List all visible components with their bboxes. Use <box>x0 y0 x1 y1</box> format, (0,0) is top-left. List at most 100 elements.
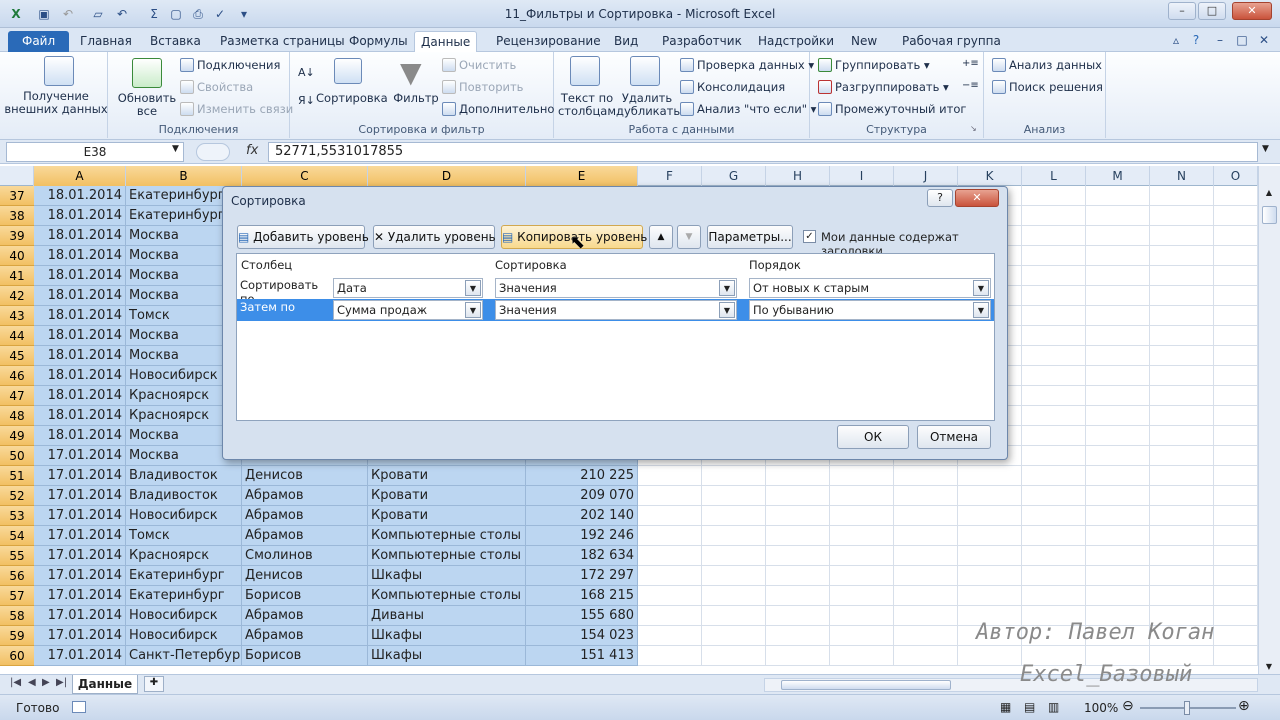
cell-empty[interactable] <box>638 566 702 586</box>
data-analysis-button[interactable]: Анализ данных <box>992 58 1102 72</box>
cell-empty[interactable] <box>702 546 766 566</box>
cell-b56[interactable]: Екатеринбург <box>126 566 242 586</box>
name-box[interactable]: E38 <box>6 142 184 162</box>
cell-empty[interactable] <box>894 486 958 506</box>
row-header-41[interactable]: 41 <box>0 266 34 286</box>
sheet-nav-first-icon[interactable]: |◀ <box>10 677 21 688</box>
cell-a53[interactable]: 17.01.2014 <box>34 506 126 526</box>
zoom-out-icon[interactable]: ⊖ <box>1122 698 1134 714</box>
zoom-in-icon[interactable]: ⊕ <box>1238 698 1250 714</box>
cell-empty[interactable] <box>1150 446 1214 466</box>
zoom-level[interactable]: 100% <box>1084 701 1118 715</box>
cell-empty[interactable] <box>830 626 894 646</box>
cell-empty[interactable] <box>1214 226 1258 246</box>
cell-empty[interactable] <box>1086 206 1150 226</box>
cell-a54[interactable]: 17.01.2014 <box>34 526 126 546</box>
cell-empty[interactable] <box>1022 546 1086 566</box>
column-header-m[interactable]: M <box>1086 166 1150 186</box>
column-header-b[interactable]: B <box>126 166 242 186</box>
column-header-l[interactable]: L <box>1022 166 1086 186</box>
column-header-h[interactable]: H <box>766 166 830 186</box>
cell-empty[interactable] <box>766 606 830 626</box>
cell-empty[interactable] <box>1086 566 1150 586</box>
cell-e59[interactable]: 154 023 <box>526 626 638 646</box>
cell-c52[interactable]: Абрамов <box>242 486 368 506</box>
cell-empty[interactable] <box>1086 446 1150 466</box>
tab-developer[interactable]: Разработчик <box>656 31 748 52</box>
sheet-nav-next-icon[interactable]: ▶ <box>42 677 50 688</box>
row-header-47[interactable]: 47 <box>0 386 34 406</box>
cell-empty[interactable] <box>638 486 702 506</box>
cell-empty[interactable] <box>1214 586 1258 606</box>
level-1-sorton-select[interactable]: Значения ▼ <box>495 278 737 298</box>
cell-empty[interactable] <box>1150 546 1214 566</box>
sheet-tab-data[interactable]: Данные <box>72 675 138 694</box>
text-to-columns-button[interactable]: Текст по столбцам <box>556 92 618 118</box>
cell-b55[interactable]: Красноярск <box>126 546 242 566</box>
cell-empty[interactable] <box>1022 406 1086 426</box>
cell-empty[interactable] <box>1086 346 1150 366</box>
cell-empty[interactable] <box>1086 266 1150 286</box>
cell-d51[interactable]: Кровати <box>368 466 526 486</box>
cell-empty[interactable] <box>1214 406 1258 426</box>
column-header-j[interactable]: J <box>894 166 958 186</box>
cell-b58[interactable]: Новосибирск <box>126 606 242 626</box>
cell-a37[interactable]: 18.01.2014 <box>34 186 126 206</box>
cell-empty[interactable] <box>1150 406 1214 426</box>
cell-e53[interactable]: 202 140 <box>526 506 638 526</box>
cell-d55[interactable]: Компьютерные столы <box>368 546 526 566</box>
row-header-56[interactable]: 56 <box>0 566 34 586</box>
level-2-column-select[interactable]: Сумма продаж ▼ <box>333 300 483 320</box>
cell-a52[interactable]: 17.01.2014 <box>34 486 126 506</box>
cell-empty[interactable] <box>638 606 702 626</box>
cell-empty[interactable] <box>702 506 766 526</box>
column-header-o[interactable]: O <box>1214 166 1258 186</box>
cell-empty[interactable] <box>1214 386 1258 406</box>
level-2-order-select[interactable]: По убыванию ▼ <box>749 300 991 320</box>
cell-empty[interactable] <box>1086 426 1150 446</box>
tab-addins[interactable]: Надстройки <box>752 31 840 52</box>
cell-empty[interactable] <box>830 586 894 606</box>
cell-empty[interactable] <box>766 566 830 586</box>
cell-b53[interactable]: Новосибирск <box>126 506 242 526</box>
cell-empty[interactable] <box>1150 386 1214 406</box>
doc-restore-icon[interactable]: □ <box>1234 32 1250 48</box>
row-header-59[interactable]: 59 <box>0 626 34 646</box>
cell-empty[interactable] <box>894 546 958 566</box>
level-1-column-dropdown-icon[interactable]: ▼ <box>465 280 481 296</box>
row-header-39[interactable]: 39 <box>0 226 34 246</box>
cell-empty[interactable] <box>766 586 830 606</box>
cell-c54[interactable]: Абрамов <box>242 526 368 546</box>
cell-empty[interactable] <box>1150 426 1214 446</box>
cell-empty[interactable] <box>1022 286 1086 306</box>
cell-b60[interactable]: Санкт-Петербург <box>126 646 242 666</box>
cell-empty[interactable] <box>958 566 1022 586</box>
move-up-button[interactable]: ▲ <box>649 225 673 249</box>
add-level-button[interactable]: ▤ Добавить уровень <box>237 225 369 249</box>
macro-record-icon[interactable] <box>72 701 86 713</box>
cell-empty[interactable] <box>1214 606 1258 626</box>
cell-empty[interactable] <box>1022 426 1086 446</box>
formula-input[interactable]: 52771,5531017855 <box>268 142 1258 162</box>
what-if-button[interactable]: Анализ "что если" ▾ <box>680 102 816 116</box>
cell-empty[interactable] <box>830 486 894 506</box>
column-header-c[interactable]: C <box>242 166 368 186</box>
cell-empty[interactable] <box>1214 506 1258 526</box>
cell-empty[interactable] <box>1214 186 1258 206</box>
cell-empty[interactable] <box>702 646 766 666</box>
connections-button[interactable]: Подключения <box>180 58 280 72</box>
sort-asc-icon[interactable]: А↓ <box>298 66 315 79</box>
cell-empty[interactable] <box>1150 586 1214 606</box>
doc-close-icon[interactable]: ✕ <box>1256 32 1272 48</box>
cell-empty[interactable] <box>638 546 702 566</box>
row-header-37[interactable]: 37 <box>0 186 34 206</box>
cell-e57[interactable]: 168 215 <box>526 586 638 606</box>
cell-e55[interactable]: 182 634 <box>526 546 638 566</box>
cell-empty[interactable] <box>1086 186 1150 206</box>
cell-empty[interactable] <box>702 606 766 626</box>
row-header-43[interactable]: 43 <box>0 306 34 326</box>
level-1-order-dropdown-icon[interactable]: ▼ <box>973 280 989 296</box>
cell-a39[interactable]: 18.01.2014 <box>34 226 126 246</box>
solver-button[interactable]: Поиск решения <box>992 80 1103 94</box>
cell-empty[interactable] <box>1150 366 1214 386</box>
